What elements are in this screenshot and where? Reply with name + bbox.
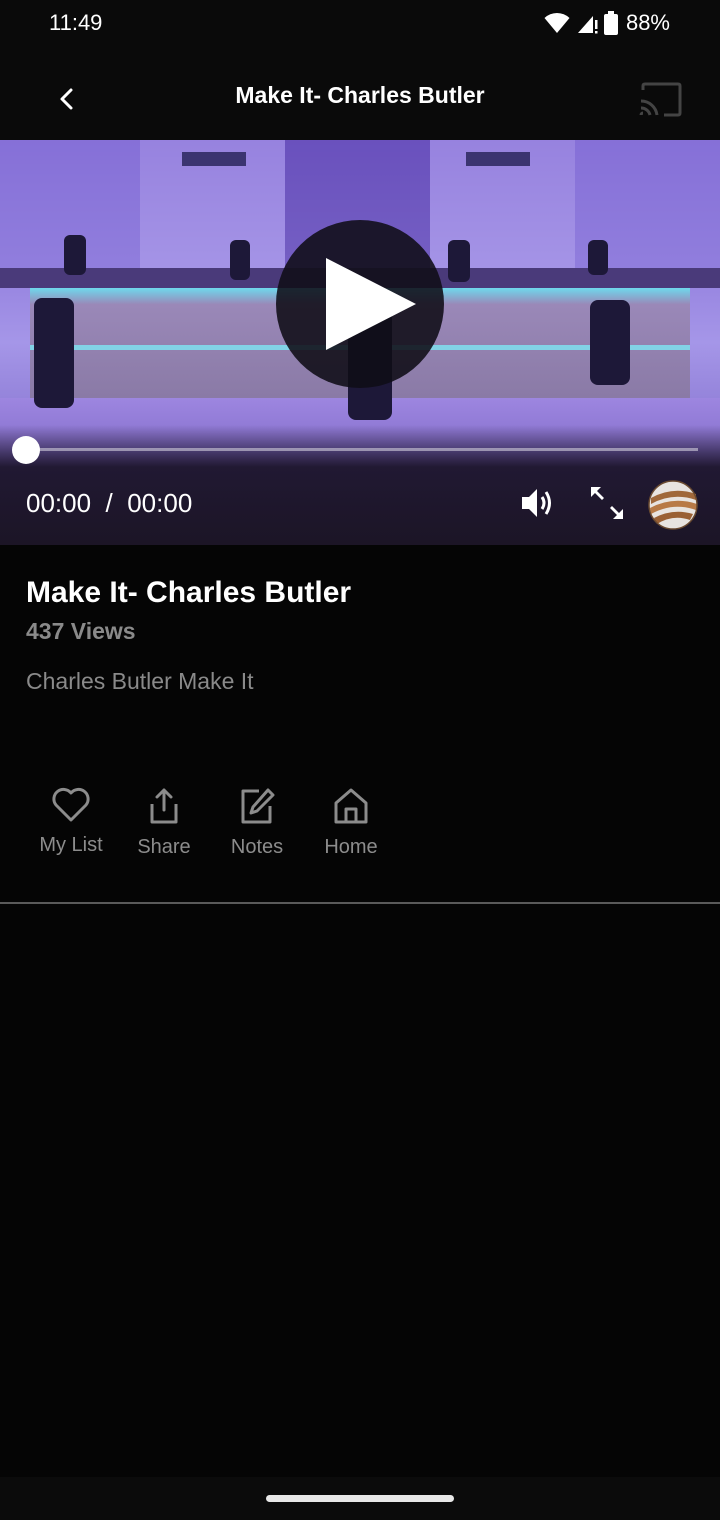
notes-button[interactable]: Notes	[212, 786, 302, 859]
video-title: Make It- Charles Butler	[26, 576, 352, 609]
volume-button[interactable]	[520, 486, 556, 520]
share-icon	[119, 786, 209, 826]
battery-icon	[603, 11, 618, 35]
heart-icon	[26, 786, 116, 824]
edit-icon	[212, 786, 302, 826]
video-description: Charles Butler Make It	[26, 668, 254, 694]
globe-logo-icon	[646, 480, 700, 536]
system-nav-bar	[0, 1477, 720, 1520]
cast-button[interactable]	[638, 82, 682, 118]
duration: 00:00	[127, 488, 193, 518]
home-button[interactable]: Home	[306, 786, 396, 859]
battery-percent: 88%	[625, 10, 670, 35]
my-list-label: My List	[39, 834, 103, 856]
time-display: 00:00 / 00:00	[26, 488, 192, 519]
fullscreen-button[interactable]	[588, 484, 626, 522]
my-list-button[interactable]: My List	[26, 786, 116, 857]
home-label: Home	[324, 836, 378, 858]
notes-label: Notes	[230, 836, 284, 858]
volume-icon	[520, 489, 556, 524]
seek-bar[interactable]	[26, 448, 698, 451]
gesture-home-handle[interactable]	[266, 1495, 454, 1502]
cast-icon	[638, 82, 682, 122]
share-button[interactable]: Share	[119, 786, 209, 859]
status-bar: 11:49 88%	[0, 0, 720, 52]
app-bar: Make It- Charles Butler	[0, 52, 720, 140]
page-title: Make It- Charles Butler	[235, 82, 485, 108]
share-label: Share	[137, 836, 191, 858]
view-count: 437 Views	[26, 618, 136, 644]
time-separator: /	[105, 488, 113, 518]
status-icons: 88%	[544, 10, 670, 36]
play-button[interactable]	[276, 220, 444, 388]
video-player[interactable]: 00:00 / 00:00	[0, 140, 720, 545]
status-time: 11:49	[49, 10, 103, 35]
divider	[0, 902, 720, 904]
seek-thumb[interactable]	[12, 436, 40, 464]
fullscreen-icon	[588, 487, 626, 526]
wifi-icon	[544, 12, 570, 34]
home-icon	[306, 786, 396, 826]
current-time: 00:00	[26, 488, 92, 518]
action-bar: My List Share Notes Home	[0, 786, 720, 866]
channel-logo-button[interactable]	[646, 478, 700, 532]
cell-signal-icon	[576, 12, 598, 34]
